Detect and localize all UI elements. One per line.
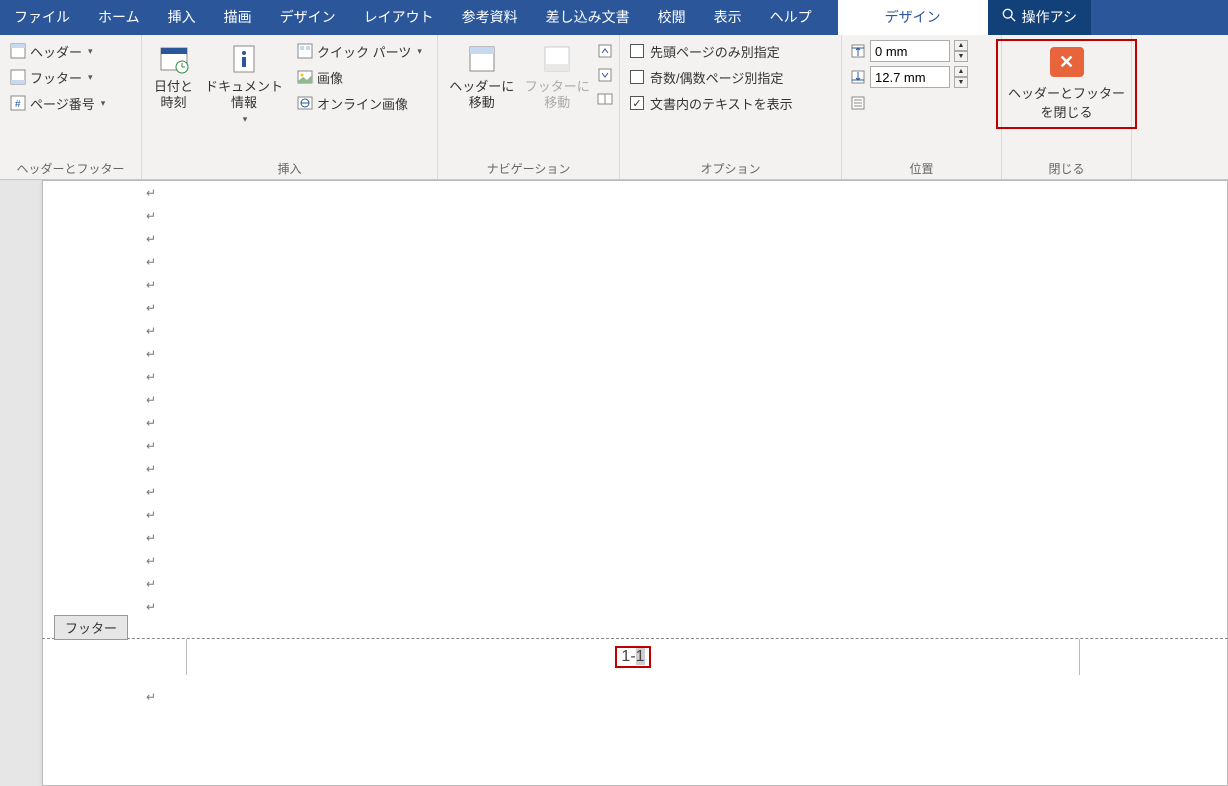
online-image-icon [297, 95, 313, 111]
spinner-buttons[interactable]: ▲▼ [954, 40, 968, 62]
footer-icon [10, 69, 26, 85]
page-number-text: 1- [621, 648, 635, 665]
document-info-button[interactable]: ドキュメント 情報 [199, 39, 289, 125]
goto-header-icon [466, 43, 498, 75]
tab-references[interactable]: 参考資料 [448, 0, 532, 35]
quick-parts-dropdown[interactable]: クイック パーツ [293, 39, 426, 63]
tab-design[interactable]: デザイン [266, 0, 350, 35]
search-icon [1002, 0, 1016, 35]
goto-footer-button: フッターに 移動 [520, 39, 596, 110]
group-label-position: 位置 [842, 160, 1001, 177]
header-from-top-icon [850, 43, 866, 59]
group-navigation: ヘッダーに 移動 フッターに 移動 ナビゲーション [438, 35, 620, 179]
online-pictures-button[interactable]: オンライン画像 [293, 91, 426, 115]
tab-header-footer-design[interactable]: デザイン [838, 0, 988, 35]
link-previous-icon[interactable] [597, 91, 613, 107]
group-options: 先頭ページのみ別指定 奇数/偶数ページ別指定 ✓ 文書内のテキストを表示 オプシ… [620, 35, 842, 179]
header-from-top-input[interactable] [870, 40, 950, 62]
header-label: ヘッダー [30, 42, 82, 61]
goto-header-label: ヘッダーに 移動 [449, 79, 514, 110]
page-number-icon: # [10, 95, 26, 111]
odd-even-label: 奇数/偶数ページ別指定 [650, 68, 783, 87]
quick-parts-icon [297, 43, 313, 59]
date-time-button[interactable]: 日付と 時刻 [148, 39, 199, 110]
svg-text:#: # [15, 99, 21, 110]
pictures-button[interactable]: 画像 [293, 65, 426, 89]
tab-home[interactable]: ホーム [84, 0, 154, 35]
checkbox-icon [630, 70, 644, 84]
paragraph-marks: ↵↵↵↵↵↵↵↵↵↵↵↵↵↵↵↵↵↵↵ [146, 186, 156, 614]
group-close: ✕ ヘッダーとフッター を閉じる 閉じる [1002, 35, 1132, 179]
group-label-navigation: ナビゲーション [438, 160, 619, 177]
page-number-label: ページ番号 [30, 94, 95, 113]
footer-edit-region[interactable]: 1-1 [186, 639, 1080, 675]
document-info-label: ドキュメント 情報 [205, 79, 283, 110]
group-label-insert: 挿入 [142, 160, 437, 177]
tab-layout[interactable]: レイアウト [350, 0, 448, 35]
group-label-header-footer: ヘッダーとフッター [0, 160, 141, 177]
group-label-options: オプション [620, 160, 841, 177]
page-number-field[interactable]: 1-1 [615, 646, 650, 668]
show-text-label: 文書内のテキストを表示 [650, 94, 793, 113]
close-header-footer-button[interactable]: ✕ ヘッダーとフッター を閉じる [996, 39, 1137, 129]
online-pictures-label: オンライン画像 [317, 94, 408, 113]
spinner-buttons[interactable]: ▲▼ [954, 66, 968, 88]
first-page-label: 先頭ページのみ別指定 [650, 42, 780, 61]
odd-even-different-checkbox[interactable]: 奇数/偶数ページ別指定 [626, 65, 797, 89]
previous-section-icon[interactable] [597, 43, 613, 59]
footer-from-bottom-input[interactable] [870, 66, 950, 88]
tab-mailings[interactable]: 差し込み文書 [532, 0, 644, 35]
tab-file[interactable]: ファイル [0, 0, 84, 35]
tab-view[interactable]: 表示 [700, 0, 756, 35]
paragraph-marks-after: ↵ [146, 690, 156, 704]
tell-me-search[interactable]: 操作アシ [988, 0, 1091, 35]
show-document-text-checkbox[interactable]: ✓ 文書内のテキストを表示 [626, 91, 797, 115]
close-label: ヘッダーとフッター を閉じる [1008, 83, 1125, 121]
calendar-icon [158, 43, 190, 75]
footer-from-bottom-icon [850, 69, 866, 85]
tab-draw[interactable]: 描画 [210, 0, 266, 35]
document-info-icon [228, 43, 260, 75]
close-icon: ✕ [1050, 47, 1084, 77]
first-page-different-checkbox[interactable]: 先頭ページのみ別指定 [626, 39, 797, 63]
page[interactable] [42, 180, 1228, 786]
goto-footer-icon [541, 43, 573, 75]
header-dropdown[interactable]: ヘッダー [6, 39, 109, 63]
footer-dropdown[interactable]: フッター [6, 65, 109, 89]
footer-region-tag: フッター [54, 615, 128, 640]
insert-alignment-tab-icon[interactable] [850, 95, 866, 111]
checkbox-checked-icon: ✓ [630, 96, 644, 110]
tell-me-label: 操作アシ [1022, 0, 1077, 35]
group-label-close: 閉じる [1002, 160, 1131, 177]
page-number-dropdown[interactable]: # ページ番号 [6, 91, 109, 115]
tab-review[interactable]: 校閲 [644, 0, 700, 35]
tab-insert[interactable]: 挿入 [154, 0, 210, 35]
page-number-selected: 1 [636, 648, 645, 665]
checkbox-icon [630, 44, 644, 58]
pictures-label: 画像 [317, 68, 343, 87]
group-insert: 日付と 時刻 ドキュメント 情報 クイック パーツ 画像 オンライン画像 [142, 35, 438, 179]
tab-strip: ファイル ホーム 挿入 描画 デザイン レイアウト 参考資料 差し込み文書 校閲… [0, 0, 1228, 35]
group-header-footer: ヘッダー フッター # ページ番号 ヘッダーとフッター [0, 35, 142, 179]
header-icon [10, 43, 26, 59]
ribbon: ヘッダー フッター # ページ番号 ヘッダーとフッター 日付と 時刻 [0, 35, 1228, 180]
quick-parts-label: クイック パーツ [317, 42, 411, 61]
document-area: ↵↵↵↵↵↵↵↵↵↵↵↵↵↵↵↵↵↵↵ フッター 1-1 ↵ [0, 180, 1228, 786]
goto-header-button[interactable]: ヘッダーに 移動 [444, 39, 520, 110]
footer-label: フッター [30, 68, 82, 87]
image-icon [297, 69, 313, 85]
tab-help[interactable]: ヘルプ [756, 0, 826, 35]
date-time-label: 日付と 時刻 [154, 79, 193, 110]
next-section-icon[interactable] [597, 67, 613, 83]
goto-footer-label: フッターに 移動 [525, 79, 590, 110]
group-position: ▲▼ ▲▼ 位置 [842, 35, 1002, 179]
